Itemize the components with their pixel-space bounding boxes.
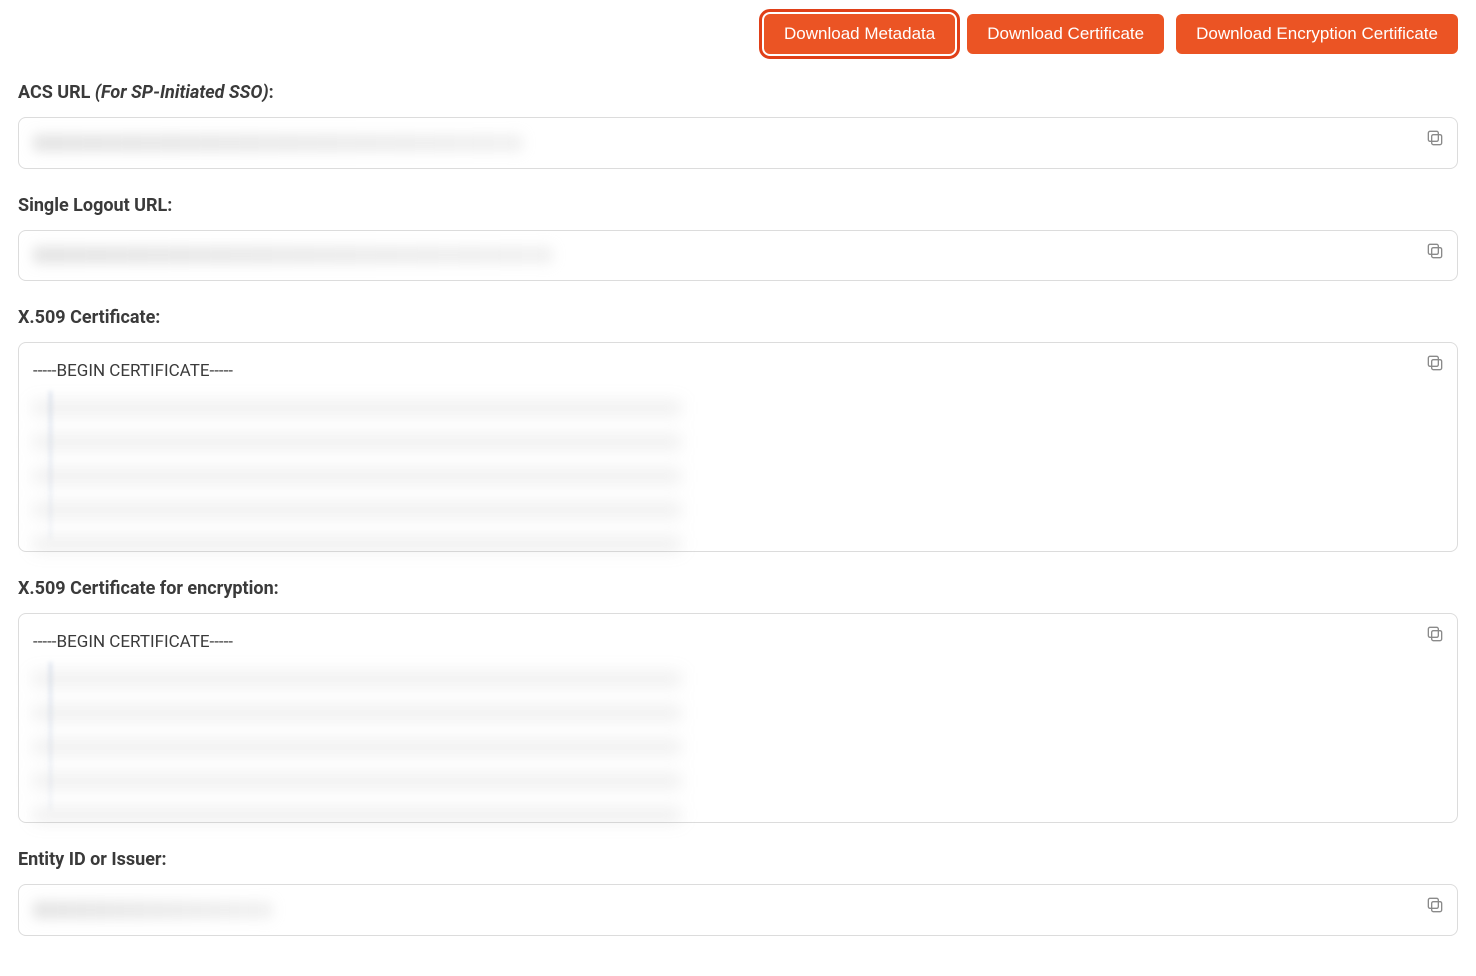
copy-icon[interactable] (1423, 239, 1447, 263)
acs-url-label: ACS URL (For SP-Initiated SSO): (18, 82, 1458, 103)
download-metadata-button[interactable]: Download Metadata (764, 14, 955, 54)
copy-icon[interactable] (1423, 893, 1447, 917)
copy-icon[interactable] (1423, 622, 1447, 646)
x509-certificate-label: X.509 Certificate: (18, 307, 1458, 328)
entity-id-value (33, 899, 313, 919)
x509-certificate-encryption-body (33, 662, 681, 822)
x509-certificate-header: -----BEGIN CERTIFICATE----- (33, 359, 1443, 385)
download-encryption-certificate-button[interactable]: Download Encryption Certificate (1176, 14, 1458, 54)
copy-icon[interactable] (1423, 351, 1447, 375)
download-certificate-button[interactable]: Download Certificate (967, 14, 1164, 54)
x509-certificate-value-box: -----BEGIN CERTIFICATE----- (18, 342, 1458, 552)
acs-url-label-italic: (For SP-Initiated SSO) (95, 82, 269, 103)
acs-url-value (33, 132, 563, 152)
x509-certificate-encryption-header: -----BEGIN CERTIFICATE----- (33, 630, 1443, 656)
download-button-row: Download Metadata Download Certificate D… (18, 14, 1458, 54)
single-logout-url-label: Single Logout URL: (18, 195, 1458, 216)
single-logout-url-value-box (18, 230, 1458, 282)
x509-certificate-body (33, 391, 681, 551)
acs-url-label-prefix: ACS URL (18, 82, 95, 103)
entity-id-label: Entity ID or Issuer: (18, 849, 1458, 870)
x509-certificate-encryption-value-box: -----BEGIN CERTIFICATE----- (18, 613, 1458, 823)
acs-url-value-box (18, 117, 1458, 169)
acs-url-label-suffix: : (269, 82, 274, 103)
x509-certificate-encryption-label: X.509 Certificate for encryption: (18, 578, 1458, 599)
single-logout-url-value (33, 245, 593, 265)
copy-icon[interactable] (1423, 126, 1447, 150)
entity-id-value-box (18, 884, 1458, 936)
